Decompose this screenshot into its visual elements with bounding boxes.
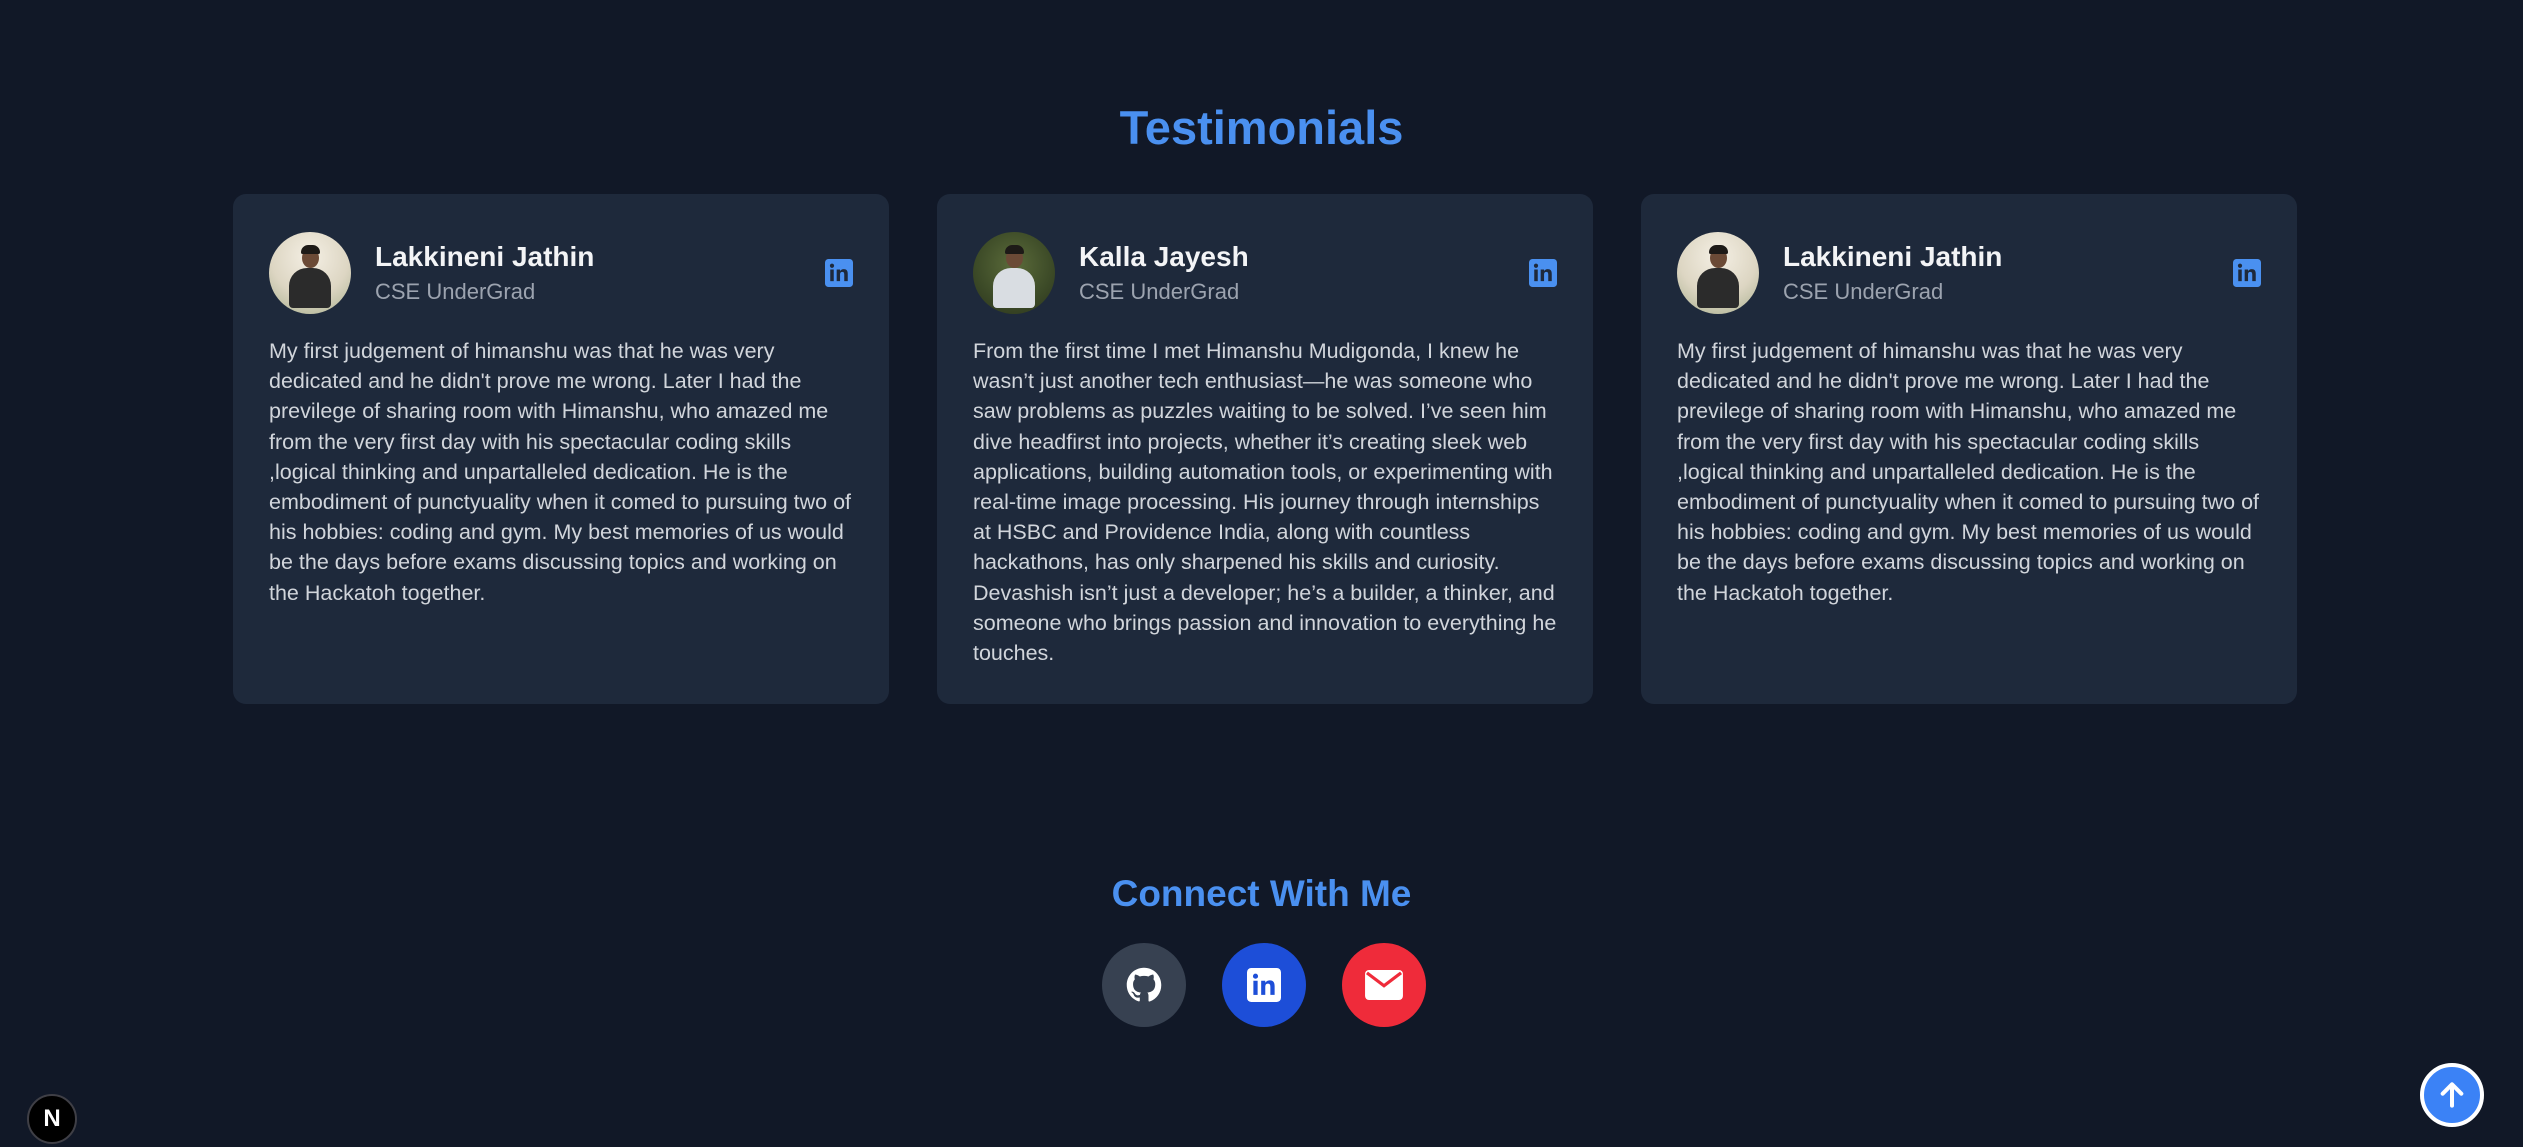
testimonial-card: Kalla Jayesh CSE UnderGrad From the firs… — [937, 194, 1593, 704]
testimonial-text: My first judgement of himanshu was that … — [269, 339, 852, 605]
testimonial-card: Lakkineni Jathin CSE UnderGrad My first … — [1641, 194, 2297, 704]
github-icon — [1126, 967, 1162, 1002]
avatar — [1677, 232, 1759, 314]
testimonial-card: Lakkineni Jathin CSE UnderGrad My first … — [233, 194, 889, 704]
person-info: Kalla Jayesh CSE UnderGrad — [1079, 239, 1529, 307]
social-links — [1102, 943, 1426, 1027]
person-name: Lakkineni Jathin — [375, 241, 595, 272]
card-header: Kalla Jayesh CSE UnderGrad — [973, 230, 1557, 316]
linkedin-icon[interactable] — [825, 259, 853, 287]
arrow-up-icon — [2440, 1082, 2464, 1108]
linkedin-button[interactable] — [1222, 943, 1306, 1027]
testimonial-text: My first judgement of himanshu was that … — [1677, 339, 2260, 605]
github-button[interactable] — [1102, 943, 1186, 1027]
nextjs-badge[interactable]: N — [27, 1094, 77, 1144]
linkedin-icon[interactable] — [2233, 259, 2261, 287]
nextjs-logo-letter: N — [43, 1105, 61, 1132]
person-role: CSE UnderGrad — [1079, 279, 1240, 304]
person-info: Lakkineni Jathin CSE UnderGrad — [375, 239, 825, 307]
person-role: CSE UnderGrad — [375, 279, 536, 304]
person-name: Kalla Jayesh — [1079, 241, 1249, 272]
mail-icon — [1365, 970, 1403, 1000]
card-header: Lakkineni Jathin CSE UnderGrad — [269, 230, 853, 316]
testimonial-text: From the first time I met Himanshu Mudig… — [973, 339, 1557, 666]
testimonial-cards: Lakkineni Jathin CSE UnderGrad My first … — [233, 194, 2297, 704]
avatar — [269, 232, 351, 314]
person-name: Lakkineni Jathin — [1783, 241, 2003, 272]
card-header: Lakkineni Jathin CSE UnderGrad — [1677, 230, 2261, 316]
scroll-to-top-button[interactable] — [2420, 1063, 2484, 1127]
testimonials-title: Testimonials — [1119, 101, 1404, 154]
linkedin-icon[interactable] — [1529, 259, 1557, 287]
linkedin-icon — [1247, 968, 1281, 1002]
avatar — [973, 232, 1055, 314]
connect-title: Connect With Me — [1111, 873, 1412, 914]
person-info: Lakkineni Jathin CSE UnderGrad — [1783, 239, 2233, 307]
page: Testimonials Lakkineni Jathin CSE UnderG… — [0, 0, 2523, 1147]
person-role: CSE UnderGrad — [1783, 279, 1944, 304]
email-button[interactable] — [1342, 943, 1426, 1027]
